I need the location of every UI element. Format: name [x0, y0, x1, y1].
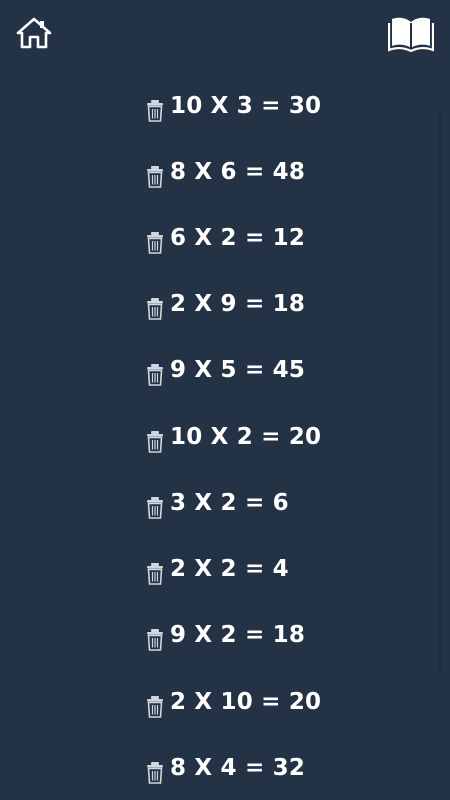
equation-text: 8 X 4 = 32 — [170, 755, 306, 781]
trash-icon[interactable] — [146, 629, 164, 651]
equation-text: 9 X 2 = 18 — [170, 622, 306, 648]
equation-text: 10 X 3 = 30 — [170, 93, 322, 119]
list-item: 8 X 4 = 32 — [146, 748, 305, 788]
trash-icon[interactable] — [146, 100, 164, 122]
list-item: 8 X 6 = 48 — [146, 152, 305, 192]
list-item: 9 X 2 = 18 — [146, 615, 305, 655]
trash-icon[interactable] — [146, 232, 164, 254]
multiplication-list: 10 X 3 = 30 8 X 6 = 48 6 X 2 = 12 2 X 9 … — [0, 0, 450, 800]
equation-text: 2 X 2 = 4 — [170, 556, 289, 582]
scrollbar[interactable] — [438, 112, 442, 672]
trash-icon[interactable] — [146, 497, 164, 519]
list-item: 6 X 2 = 12 — [146, 218, 305, 258]
list-item: 10 X 3 = 30 — [146, 86, 321, 126]
list-item: 10 X 2 = 20 — [146, 417, 321, 457]
trash-icon[interactable] — [146, 431, 164, 453]
list-item: 3 X 2 = 6 — [146, 483, 289, 523]
list-item: 2 X 2 = 4 — [146, 549, 289, 589]
trash-icon[interactable] — [146, 166, 164, 188]
trash-icon[interactable] — [146, 364, 164, 386]
list-item: 2 X 10 = 20 — [146, 682, 321, 722]
equation-text: 2 X 10 = 20 — [170, 689, 322, 715]
equation-text: 3 X 2 = 6 — [170, 490, 289, 516]
list-item: 2 X 9 = 18 — [146, 284, 305, 324]
trash-icon[interactable] — [146, 563, 164, 585]
list-item: 9 X 5 = 45 — [146, 350, 305, 390]
trash-icon[interactable] — [146, 298, 164, 320]
equation-text: 6 X 2 = 12 — [170, 225, 306, 251]
equation-text: 8 X 6 = 48 — [170, 159, 306, 185]
equation-text: 9 X 5 = 45 — [170, 357, 306, 383]
equation-text: 10 X 2 = 20 — [170, 424, 322, 450]
equation-text: 2 X 9 = 18 — [170, 291, 306, 317]
trash-icon[interactable] — [146, 762, 164, 784]
trash-icon[interactable] — [146, 696, 164, 718]
